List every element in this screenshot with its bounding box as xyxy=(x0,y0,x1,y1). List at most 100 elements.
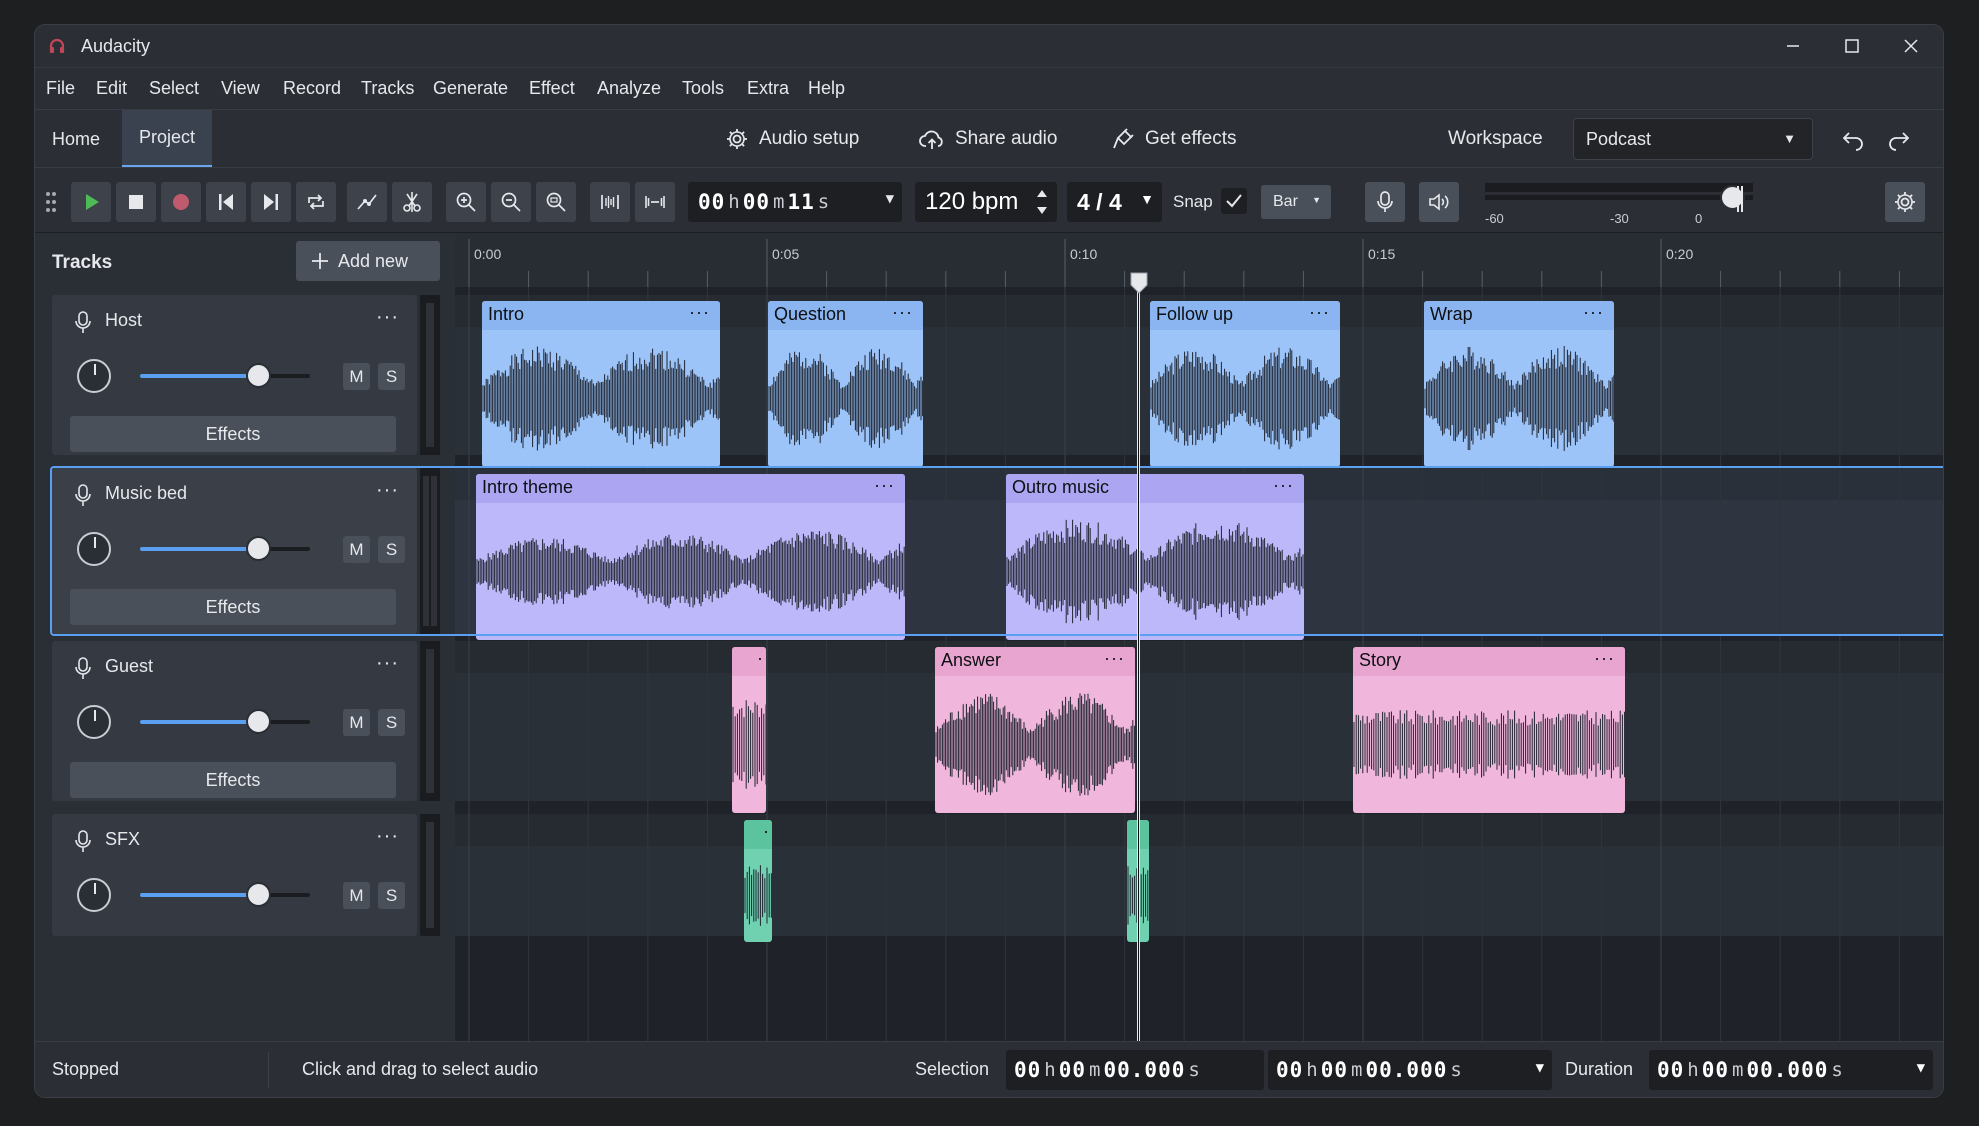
clip-follow-up[interactable]: Follow up ··· xyxy=(1150,301,1340,467)
volume-slider[interactable] xyxy=(140,709,310,734)
split-tool-button[interactable] xyxy=(392,182,432,222)
track-header-music-bed[interactable]: Music bed ··· M S Effects xyxy=(52,468,417,634)
zoom-in-button[interactable] xyxy=(446,182,486,222)
time-signature-dropdown-icon[interactable]: ▼ xyxy=(1140,191,1154,207)
clip-menu-icon[interactable]: ··· xyxy=(1583,302,1604,323)
selection-end-field[interactable]: 00 h 00 m 00.000 s ▼ xyxy=(1268,1050,1552,1090)
close-button[interactable] xyxy=(1889,29,1933,63)
stop-button[interactable] xyxy=(116,182,156,222)
mute-button[interactable]: M xyxy=(343,709,370,736)
tab-project[interactable]: Project xyxy=(122,110,213,168)
volume-thumb[interactable] xyxy=(246,536,271,561)
clip-intro-theme[interactable]: Intro theme ··· xyxy=(476,474,905,640)
skip-to-start-button[interactable] xyxy=(206,182,246,222)
add-new-track-button[interactable]: Add new xyxy=(296,241,440,281)
pan-knob[interactable] xyxy=(77,532,111,566)
volume-slider[interactable] xyxy=(140,363,310,388)
clip-intro[interactable]: Intro ··· xyxy=(482,301,720,467)
play-button[interactable] xyxy=(71,182,111,222)
pan-knob[interactable] xyxy=(77,878,111,912)
zoom-fit-button[interactable] xyxy=(536,182,576,222)
playhead-handle-icon[interactable] xyxy=(1129,271,1149,295)
silence-button[interactable] xyxy=(635,182,675,222)
clip-sfx-1[interactable]: · xyxy=(744,820,772,942)
minimize-button[interactable] xyxy=(1771,29,1815,63)
skip-to-end-button[interactable] xyxy=(251,182,291,222)
zoom-out-button[interactable] xyxy=(491,182,531,222)
maximize-button[interactable] xyxy=(1830,29,1874,63)
menu-edit[interactable]: Edit xyxy=(96,78,127,99)
tempo-field[interactable]: 120 bpm xyxy=(915,182,1057,222)
menu-generate[interactable]: Generate xyxy=(433,78,508,99)
mute-button[interactable]: M xyxy=(343,536,370,563)
track-menu-icon[interactable]: ··· xyxy=(376,306,399,329)
clip-answer[interactable]: Answer ··· xyxy=(935,647,1135,813)
clip-question[interactable]: Question ··· xyxy=(768,301,923,467)
microphone-button[interactable] xyxy=(1365,182,1405,222)
drag-handle-icon[interactable] xyxy=(45,191,57,213)
track-name[interactable]: Music bed xyxy=(105,483,187,504)
effects-button[interactable]: Effects xyxy=(70,762,396,798)
tempo-stepper-icon[interactable] xyxy=(1035,186,1049,218)
time-display[interactable]: 00 h 00 m 11 s ▼ xyxy=(688,182,902,222)
menu-view[interactable]: View xyxy=(221,78,260,99)
get-effects-button[interactable]: Get effects xyxy=(1111,110,1237,168)
share-audio-button[interactable]: Share audio xyxy=(919,110,1057,168)
effects-button[interactable]: Effects xyxy=(70,589,396,625)
pan-knob[interactable] xyxy=(77,705,111,739)
trim-outside-button[interactable] xyxy=(590,182,630,222)
clip-menu-icon[interactable]: · xyxy=(757,648,764,669)
snap-value-dropdown[interactable]: Bar ▼ xyxy=(1261,185,1331,219)
solo-button[interactable]: S xyxy=(378,882,405,909)
menu-record[interactable]: Record xyxy=(283,78,341,99)
track-name[interactable]: Guest xyxy=(105,656,153,677)
clip-outro-music[interactable]: Outro music ··· xyxy=(1006,474,1304,640)
menu-tracks[interactable]: Tracks xyxy=(361,78,414,99)
envelope-tool-button[interactable] xyxy=(347,182,387,222)
snap-checkbox[interactable] xyxy=(1221,188,1247,214)
mute-button[interactable]: M xyxy=(343,363,370,390)
pan-knob[interactable] xyxy=(77,359,111,393)
track-menu-icon[interactable]: ··· xyxy=(376,479,399,502)
menu-analyze[interactable]: Analyze xyxy=(597,78,661,99)
track-header-sfx[interactable]: SFX ··· M S xyxy=(52,814,417,936)
track-name[interactable]: SFX xyxy=(105,829,140,850)
clip-menu-icon[interactable]: ··· xyxy=(1309,302,1330,323)
track-lane-sfx[interactable] xyxy=(455,814,1943,936)
track-header-host[interactable]: Host ··· M S Effects xyxy=(52,295,417,455)
track-header-guest[interactable]: Guest ··· M S Effects xyxy=(52,641,417,801)
undo-icon[interactable] xyxy=(1841,127,1867,151)
duration-field[interactable]: 00 h 00 m 00.000 s ▼ xyxy=(1649,1050,1933,1090)
tab-home[interactable]: Home xyxy=(35,110,117,168)
selection-start-field[interactable]: 00 h 00 m 00.000 s xyxy=(1006,1050,1264,1090)
time-format-dropdown-icon[interactable]: ▼ xyxy=(886,191,894,207)
time-ruler[interactable]: 0:00 0:05 0:10 0:15 0:20 xyxy=(455,233,1943,287)
loop-button[interactable] xyxy=(296,182,336,222)
timeline-area[interactable]: 0:00 0:05 0:10 0:15 0:20 Intro ··· Questi… xyxy=(455,233,1943,1041)
clip-menu-icon[interactable]: ··· xyxy=(874,475,895,496)
clip-menu-icon[interactable]: ··· xyxy=(1104,648,1125,669)
audio-setup-button[interactable]: Audio setup xyxy=(725,110,859,168)
solo-button[interactable]: S xyxy=(378,536,405,563)
clip-menu-icon[interactable]: ··· xyxy=(1594,648,1615,669)
clip-menu-icon[interactable]: ··· xyxy=(1273,475,1294,496)
clip-menu-icon[interactable]: ··· xyxy=(689,302,710,323)
volume-thumb[interactable] xyxy=(246,709,271,734)
volume-slider[interactable] xyxy=(140,882,310,907)
menu-effect[interactable]: Effect xyxy=(529,78,575,99)
clip-menu-icon[interactable]: · xyxy=(763,821,770,842)
toolbar-settings-button[interactable] xyxy=(1885,182,1925,222)
workspace-dropdown[interactable]: Podcast ▼ xyxy=(1573,118,1813,160)
redo-icon[interactable] xyxy=(1885,127,1911,151)
track-menu-icon[interactable]: ··· xyxy=(376,652,399,675)
menu-tools[interactable]: Tools xyxy=(682,78,724,99)
playhead-line[interactable] xyxy=(1137,279,1140,1041)
time-signature-field[interactable]: 4 / 4 ▼ xyxy=(1067,182,1162,222)
volume-slider[interactable] xyxy=(140,536,310,561)
duration-format-dropdown-icon[interactable]: ▼ xyxy=(1917,1060,1925,1076)
volume-thumb[interactable] xyxy=(246,882,271,907)
menu-extra[interactable]: Extra xyxy=(747,78,789,99)
effects-button[interactable]: Effects xyxy=(70,416,396,452)
track-menu-icon[interactable]: ··· xyxy=(376,825,399,848)
playback-volume-slider[interactable] xyxy=(1485,195,1753,200)
